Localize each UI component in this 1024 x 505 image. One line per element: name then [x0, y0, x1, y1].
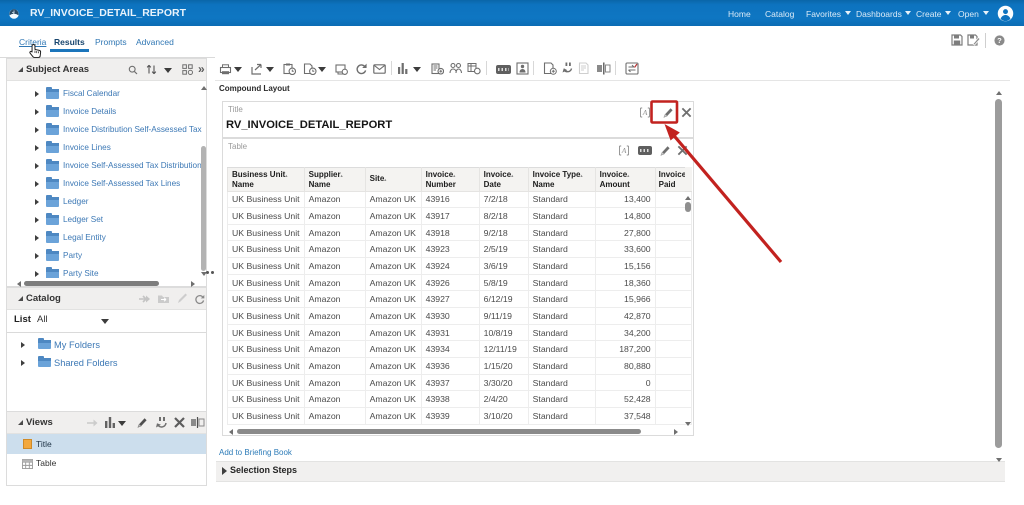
svg-text:A: A [642, 108, 648, 117]
svg-text:A: A [621, 146, 627, 155]
svg-text:?: ? [997, 36, 1002, 45]
